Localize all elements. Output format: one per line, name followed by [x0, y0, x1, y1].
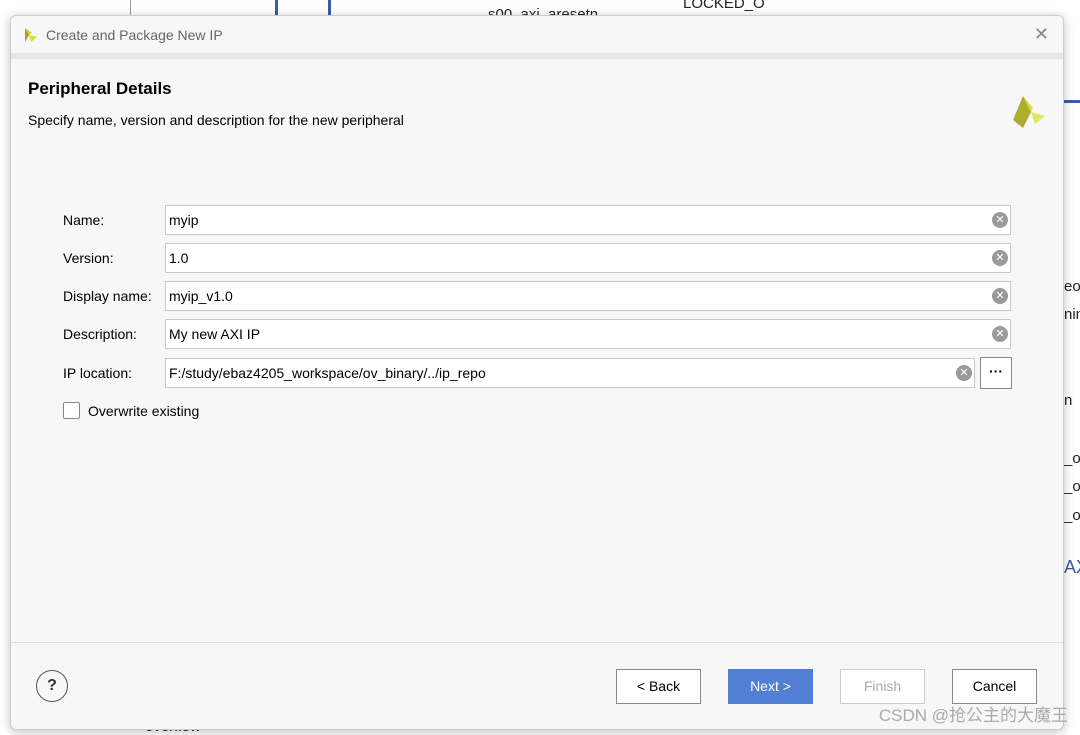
page-subtitle: Specify name, version and description fo… [28, 112, 404, 128]
field-name: Name: myip ✕ [63, 205, 1011, 235]
bg-text: _ou [1064, 450, 1080, 467]
vivado-logo-icon [1013, 96, 1045, 128]
bg-text: LOCKED_O [683, 0, 765, 12]
display-name-input[interactable]: myip_v1.0 ✕ [165, 281, 1011, 311]
title-bar: Create and Package New IP [11, 16, 1063, 53]
bg-text: _ou [1064, 478, 1080, 495]
overwrite-existing-checkbox[interactable]: Overwrite existing [63, 402, 199, 419]
clear-icon[interactable]: ✕ [992, 212, 1008, 228]
version-label: Version: [63, 250, 114, 266]
clear-icon[interactable]: ✕ [956, 365, 972, 381]
vivado-logo-icon [25, 27, 37, 42]
bg-text: AX [1064, 557, 1080, 577]
field-display-name: Display name: myip_v1.0 ✕ [63, 281, 1011, 311]
clear-icon[interactable]: ✕ [992, 326, 1008, 342]
bg-text: _ou [1064, 507, 1080, 524]
clear-icon[interactable]: ✕ [992, 288, 1008, 304]
close-icon[interactable]: ✕ [1034, 24, 1049, 45]
cancel-button[interactable]: Cancel [952, 669, 1037, 704]
description-label: Description: [63, 326, 137, 342]
browse-button[interactable]: ··· [980, 357, 1012, 389]
bg-text: eo_ [1064, 278, 1080, 295]
page-title: Peripheral Details [28, 79, 172, 98]
field-ip-location: IP location: F:/study/ebaz4205_workspace… [63, 357, 1012, 389]
field-version: Version: 1.0 ✕ [63, 243, 1011, 273]
ip-location-input[interactable]: F:/study/ebaz4205_workspace/ov_binary/..… [165, 358, 975, 388]
next-button[interactable]: Next > [728, 669, 813, 704]
checkbox-box[interactable] [63, 402, 80, 419]
display-name-label: Display name: [63, 288, 152, 304]
overwrite-label: Overwrite existing [88, 402, 200, 419]
clear-icon[interactable]: ✕ [992, 250, 1008, 266]
help-button[interactable]: ? [36, 670, 68, 702]
name-input[interactable]: myip ✕ [165, 205, 1011, 235]
ip-location-label: IP location: [63, 365, 133, 381]
description-input[interactable]: My new AXI IP ✕ [165, 319, 1011, 349]
back-button[interactable]: < Back [616, 669, 701, 704]
watermark: CSDN @抢公主的大魔王 [878, 706, 1068, 725]
bg-text: nin [1064, 306, 1080, 323]
field-description: Description: My new AXI IP ✕ [63, 319, 1011, 349]
create-package-ip-dialog: Create and Package New IP ✕ Peripheral D… [10, 15, 1064, 730]
version-input[interactable]: 1.0 ✕ [165, 243, 1011, 273]
bg-text: n [1064, 392, 1073, 409]
name-label: Name: [63, 212, 105, 228]
finish-button[interactable]: Finish [840, 669, 925, 704]
title-divider [11, 53, 1063, 59]
footer-divider [11, 642, 1063, 643]
dialog-title: Create and Package New IP [46, 26, 223, 43]
